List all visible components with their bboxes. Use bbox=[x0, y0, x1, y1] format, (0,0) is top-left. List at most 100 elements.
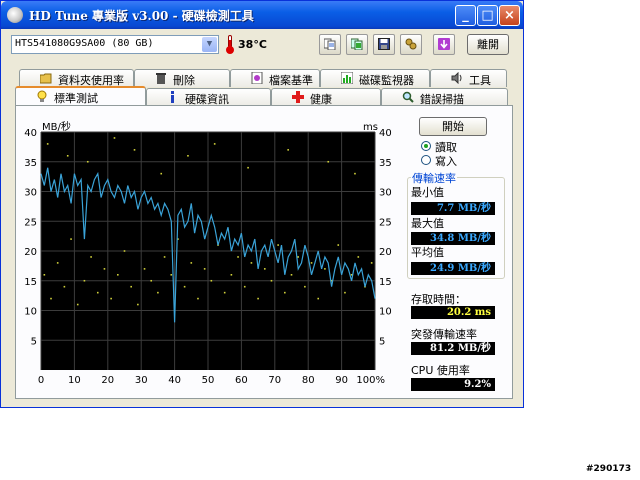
access-time-point bbox=[103, 268, 106, 270]
access-time-point bbox=[123, 250, 126, 252]
y-tick-label-right: 25 bbox=[379, 217, 392, 228]
access-time-point bbox=[257, 297, 259, 300]
avg-label: 平均值 bbox=[411, 246, 444, 259]
tab-label: 磁碟監視器 bbox=[359, 74, 414, 87]
read-radio[interactable] bbox=[421, 141, 431, 151]
title-bar[interactable]: HD Tune 專業版 v3.00 - 硬碟檢測工具 _ □ × bbox=[1, 1, 523, 29]
tab-benchmark[interactable]: 標準測試 bbox=[15, 86, 146, 106]
access-time-point bbox=[157, 291, 159, 294]
tab-label: 檔案基準 bbox=[269, 74, 313, 87]
save-icon bbox=[378, 38, 390, 50]
copy-screen-button[interactable] bbox=[346, 34, 368, 55]
y-tick-label-left: 20 bbox=[24, 247, 37, 258]
tab-label: 工具 bbox=[469, 74, 491, 87]
maximize-icon: □ bbox=[481, 8, 494, 23]
access-time-point bbox=[344, 291, 346, 294]
x-tick-label: 10 bbox=[68, 375, 81, 386]
y-tick-label-right: 15 bbox=[379, 277, 392, 288]
x-tick-label: 20 bbox=[101, 375, 114, 386]
cpu-usage-value: 9.2% bbox=[411, 378, 495, 391]
temperature-value: 38 bbox=[238, 38, 254, 51]
tab-folder-usage[interactable]: 資料夾使用率 bbox=[19, 69, 134, 87]
access-time-point bbox=[66, 155, 69, 157]
trash-icon bbox=[156, 73, 166, 84]
y-axis-left-ticks: 40 35 30 25 20 15 10 5 bbox=[24, 128, 37, 347]
magnifier-icon bbox=[402, 91, 414, 103]
start-button[interactable]: 開始 bbox=[419, 117, 487, 136]
y-tick-label-left: 15 bbox=[24, 277, 37, 288]
tab-erase[interactable]: 刪除 bbox=[134, 69, 230, 87]
min-label: 最小值 bbox=[411, 186, 444, 199]
access-time-point bbox=[90, 256, 92, 258]
access-time-point bbox=[113, 137, 116, 139]
thermometer-icon bbox=[226, 35, 234, 54]
disk-monitor-icon bbox=[341, 72, 353, 84]
access-time-point bbox=[170, 274, 173, 276]
tab-info[interactable]: 硬碟資訊 bbox=[146, 88, 271, 106]
y-tick-label-right: 20 bbox=[379, 247, 392, 258]
y-axis-right-label: ms bbox=[363, 122, 378, 133]
access-time-point bbox=[187, 155, 189, 157]
copy-info-button[interactable] bbox=[319, 34, 341, 55]
access-time-point bbox=[86, 160, 89, 163]
access-time-point bbox=[133, 149, 136, 151]
y-tick-label-left: 40 bbox=[24, 128, 37, 139]
temperature-unit: °C bbox=[253, 38, 267, 51]
access-time-point bbox=[110, 297, 112, 300]
access-time-point bbox=[63, 285, 66, 288]
cpu-usage-label: CPU 使用率 bbox=[411, 364, 470, 377]
access-time-point bbox=[354, 172, 356, 175]
access-time-point bbox=[203, 268, 206, 270]
write-radio-label: 寫入 bbox=[435, 155, 457, 168]
access-time-point bbox=[190, 262, 193, 264]
access-time-point bbox=[297, 256, 299, 258]
access-time-point bbox=[277, 244, 279, 246]
chevron-down-icon[interactable]: ▼ bbox=[202, 37, 217, 52]
x-tick-label: 70 bbox=[268, 375, 281, 386]
access-time-point bbox=[324, 268, 326, 270]
copy-screen-icon bbox=[351, 38, 363, 50]
write-radio[interactable] bbox=[421, 155, 431, 165]
tab-disk-monitor[interactable]: 磁碟監視器 bbox=[320, 69, 430, 87]
y-tick-label-right: 10 bbox=[379, 307, 392, 318]
tab-error-scan[interactable]: 錯誤掃描 bbox=[381, 88, 508, 106]
tab-tools[interactable]: 工具 bbox=[430, 69, 507, 87]
lightbulb-icon bbox=[37, 90, 47, 102]
minimize-button[interactable]: _ bbox=[455, 5, 476, 26]
window-title: HD Tune 專業版 v3.00 - 硬碟檢測工具 bbox=[29, 9, 254, 23]
access-time-point bbox=[237, 256, 239, 258]
save-button[interactable] bbox=[373, 34, 395, 55]
drive-select[interactable]: HTS541080G9SA00 (80 GB) ▼ bbox=[11, 35, 219, 54]
x-tick-label: 100% bbox=[356, 375, 385, 386]
options-button[interactable] bbox=[400, 34, 422, 55]
access-time-value: 20.2 ms bbox=[411, 306, 495, 319]
y-tick-label-right: 40 bbox=[379, 128, 392, 139]
maximize-button[interactable]: □ bbox=[477, 5, 498, 26]
x-tick-label: 90 bbox=[335, 375, 348, 386]
y-tick-label-right: 35 bbox=[379, 158, 392, 169]
tab-health[interactable]: 健康 bbox=[271, 88, 381, 106]
x-tick-label: 50 bbox=[202, 375, 215, 386]
y-tick-label-left: 10 bbox=[24, 307, 37, 318]
access-time-point bbox=[310, 262, 313, 264]
y-tick-label-left: 30 bbox=[24, 188, 37, 199]
tab-label: 刪除 bbox=[173, 74, 195, 87]
x-axis-ticks: 0 10 20 30 40 50 60 70 80 90 100% bbox=[38, 375, 385, 386]
access-time-point bbox=[43, 274, 46, 276]
access-time-point bbox=[270, 279, 273, 282]
access-time-point bbox=[230, 274, 233, 276]
access-time-point bbox=[357, 256, 360, 258]
avg-value: 24.9 MB/秒 bbox=[411, 262, 495, 275]
options-icon bbox=[405, 38, 417, 50]
temperature-readout: 38°C bbox=[238, 38, 267, 51]
exit-button[interactable]: 離開 bbox=[467, 34, 509, 55]
access-time-point bbox=[284, 291, 286, 294]
access-time-point bbox=[83, 279, 86, 282]
access-time-point bbox=[327, 160, 330, 163]
download-button[interactable] bbox=[433, 34, 455, 55]
drive-select-value: HTS541080G9SA00 (80 GB) bbox=[15, 38, 154, 49]
download-icon bbox=[438, 38, 450, 50]
access-time-point bbox=[76, 303, 79, 306]
close-button[interactable]: × bbox=[499, 5, 520, 26]
tab-file-benchmark[interactable]: 檔案基準 bbox=[230, 69, 320, 87]
